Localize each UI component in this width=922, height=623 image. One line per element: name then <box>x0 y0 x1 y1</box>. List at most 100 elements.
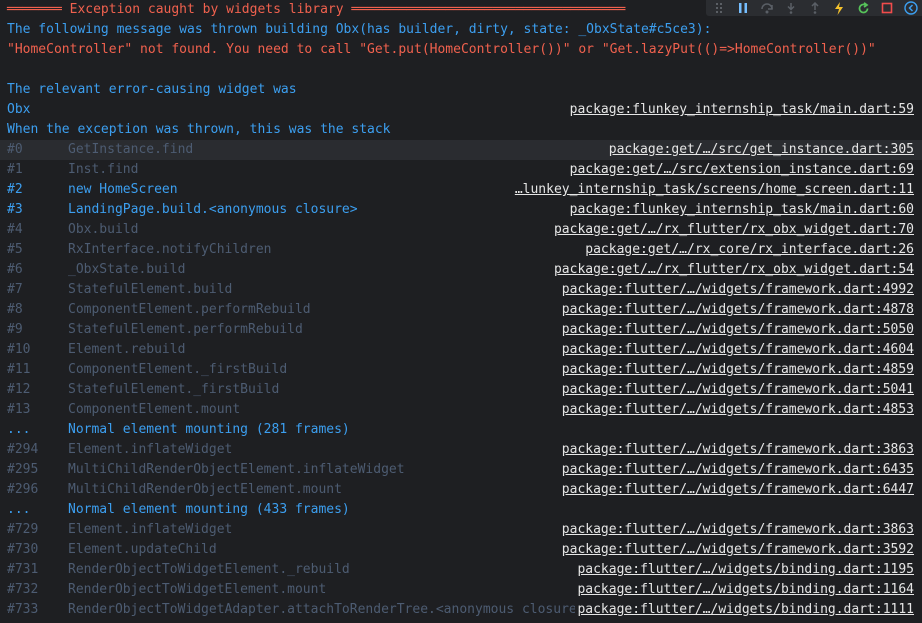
step-into-icon[interactable] <box>784 1 798 15</box>
frame-source-link[interactable]: package:get/…/rx_flutter/rx_obx_widget.d… <box>551 260 914 280</box>
frame-source-link[interactable]: package:get/…/src/extension_instance.dar… <box>567 160 914 180</box>
frame-function: RenderObjectToWidgetAdapter.attachToRend… <box>68 602 585 617</box>
exception-banner-text: ═══════ Exception caught by widgets libr… <box>7 2 626 17</box>
frame-index: #3 <box>7 202 23 217</box>
stack-frame-row: #732 RenderObjectToWidgetElement.mount pac… <box>0 580 922 600</box>
frame-source-link[interactable]: package:flutter/…/widgets/framework.dart… <box>559 480 914 500</box>
stack-frame-row: #9 StatefulElement.performRebuild package:… <box>0 320 922 340</box>
frame-source-link[interactable]: package:flutter/…/widgets/framework.dart… <box>559 520 914 540</box>
frame-source-link[interactable]: package:flutter/…/widgets/binding.dart:1… <box>575 560 914 580</box>
stack-frame-row: #13 ComponentElement.mount package:flutter… <box>0 400 922 420</box>
frame-index: #12 <box>7 382 31 397</box>
collapsed-frames-label: Normal element mounting (281 frames) <box>68 422 350 437</box>
frame-source-link[interactable]: package:flutter/…/widgets/framework.dart… <box>559 540 914 560</box>
exception-message-line-1: The following message was thrown buildin… <box>0 20 922 40</box>
relevant-widget-label-text: The relevant error-causing widget was <box>7 82 297 97</box>
stack-frame-row: #296 MultiChildRenderObjectElement.mount p… <box>0 480 922 500</box>
frame-function: Element.inflateWidget <box>68 522 233 537</box>
exception-message-line-2: "HomeController" not found. You need to … <box>0 40 922 60</box>
frame-function: MultiChildRenderObjectElement.mount <box>68 482 342 497</box>
collapsed-frames-row[interactable]: ... Normal element mounting (433 frames) <box>0 500 922 520</box>
step-out-icon[interactable] <box>808 1 822 15</box>
collapsed-frames-row[interactable]: ... Normal element mounting (281 frames) <box>0 420 922 440</box>
stop-icon[interactable] <box>880 1 894 15</box>
stack-frame-row: #295 MultiChildRenderObjectElement.inflat… <box>0 460 922 480</box>
frame-source-link[interactable]: package:flunkey_internship_task/main.dar… <box>567 200 914 220</box>
frame-index: ... <box>7 422 31 437</box>
stack-frame-row: #2 new HomeScreen …lunkey_internship_task/… <box>0 180 922 200</box>
frame-source-link[interactable]: package:flutter/…/widgets/framework.dart… <box>559 380 914 400</box>
frame-source-link[interactable]: package:flutter/…/widgets/framework.dart… <box>559 360 914 380</box>
frame-function: RxInterface.notifyChildren <box>68 242 272 257</box>
frame-source-link[interactable]: package:flutter/…/widgets/framework.dart… <box>559 320 914 340</box>
stack-frame-row: #1 Inst.find package:get/…/src/extension_i… <box>0 160 922 180</box>
relevant-widget-name: Obx <box>7 102 31 117</box>
frame-source-link[interactable]: package:flutter/…/widgets/framework.dart… <box>559 340 914 360</box>
frame-function: GetInstance.find <box>68 142 194 157</box>
frame-index: #2 <box>7 182 23 197</box>
pause-icon[interactable] <box>736 1 750 15</box>
frame-index: #295 <box>7 462 39 477</box>
frame-source-link[interactable]: package:flutter/…/widgets/framework.dart… <box>559 400 914 420</box>
frame-index: #11 <box>7 362 31 377</box>
frame-function: Obx.build <box>68 222 139 237</box>
exception-message-text: The following message was thrown buildin… <box>7 22 712 37</box>
frame-function: Inst.find <box>68 162 139 177</box>
collapsed-frames-label: Normal element mounting (433 frames) <box>68 502 350 517</box>
frame-index: #0 <box>7 142 23 157</box>
stack-trace: #0 GetInstance.find package:get/…/src/get_… <box>0 140 922 620</box>
frame-function: Element.updateChild <box>68 542 217 557</box>
frame-index: #9 <box>7 322 23 337</box>
relevant-widget-label: The relevant error-causing widget was <box>0 80 922 100</box>
frame-function: _ObxState.build <box>68 262 186 277</box>
frame-source-link[interactable]: package:get/…/rx_core/rx_interface.dart:… <box>583 240 914 260</box>
frame-source-link[interactable]: package:get/…/rx_flutter/rx_obx_widget.d… <box>551 220 914 240</box>
stack-frame-row: #294 Element.inflateWidget package:flutter… <box>0 440 922 460</box>
step-over-icon[interactable] <box>760 1 774 15</box>
frame-source-link[interactable]: package:flutter/…/widgets/binding.dart:1… <box>575 580 914 600</box>
stack-frame-row: #11 ComponentElement._firstBuild package:f… <box>0 360 922 380</box>
frame-index: #296 <box>7 482 39 497</box>
frame-index: #6 <box>7 262 23 277</box>
stack-label-text: When the exception was thrown, this was … <box>7 122 391 137</box>
frame-source-link[interactable]: package:flutter/…/widgets/framework.dart… <box>559 300 914 320</box>
frame-source-link[interactable]: package:flutter/…/widgets/framework.dart… <box>559 440 914 460</box>
devtools-icon[interactable] <box>904 1 918 15</box>
frame-index: #729 <box>7 522 39 537</box>
frame-source-link[interactable]: …lunkey_internship_task/screens/home_scr… <box>512 180 914 200</box>
stack-frame-row: #0 GetInstance.find package:get/…/src/get_… <box>0 140 922 160</box>
frame-index: #731 <box>7 562 39 577</box>
debug-console: ═══════ Exception caught by widgets libr… <box>0 0 922 623</box>
frame-function: new HomeScreen <box>68 182 178 197</box>
relevant-widget-link[interactable]: package:flunkey_internship_task/main.dar… <box>567 100 914 120</box>
frame-function: MultiChildRenderObjectElement.inflateWid… <box>68 462 405 477</box>
frame-source-link[interactable]: package:flutter/…/widgets/binding.dart:1… <box>575 600 914 620</box>
stack-frame-row: #731 RenderObjectToWidgetElement._rebuild… <box>0 560 922 580</box>
frame-index: #8 <box>7 302 23 317</box>
stack-label: When the exception was thrown, this was … <box>0 120 922 140</box>
frame-function: StatefulElement._firstBuild <box>68 382 280 397</box>
frame-function: Element.inflateWidget <box>68 442 233 457</box>
hot-reload-icon[interactable] <box>832 1 846 15</box>
frame-function: LandingPage.build.<anonymous closure> <box>68 202 358 217</box>
debug-toolbar <box>706 0 922 16</box>
frame-source-link[interactable]: package:get/…/src/get_instance.dart:305 <box>606 140 914 160</box>
frame-index: #733 <box>7 602 39 617</box>
frame-source-link[interactable]: package:flutter/…/widgets/framework.dart… <box>559 460 914 480</box>
frame-function: RenderObjectToWidgetElement._rebuild <box>68 562 350 577</box>
stack-frame-row: #3 LandingPage.build.<anonymous closure> p… <box>0 200 922 220</box>
hot-restart-icon[interactable] <box>856 1 870 15</box>
frame-function: ComponentElement._firstBuild <box>68 362 288 377</box>
stack-frame-row: #729 Element.inflateWidget package:flutter… <box>0 520 922 540</box>
drag-handle-icon[interactable] <box>712 1 726 15</box>
stack-frame-row: #7 StatefulElement.build package:flutter/…… <box>0 280 922 300</box>
stack-frame-row: #4 Obx.build package:get/…/rx_flutter/rx_o… <box>0 220 922 240</box>
frame-function: StatefulElement.build <box>68 282 233 297</box>
frame-source-link[interactable]: package:flutter/…/widgets/framework.dart… <box>559 280 914 300</box>
stack-frame-row: #733 RenderObjectToWidgetAdapter.attachTo… <box>0 600 922 620</box>
exception-detail-text: "HomeController" not found. You need to … <box>7 42 876 57</box>
stack-frame-row: #8 ComponentElement.performRebuild package… <box>0 300 922 320</box>
frame-index: ... <box>7 502 31 517</box>
frame-function: RenderObjectToWidgetElement.mount <box>68 582 327 597</box>
stack-frame-row: #6 _ObxState.build package:get/…/rx_flutte… <box>0 260 922 280</box>
